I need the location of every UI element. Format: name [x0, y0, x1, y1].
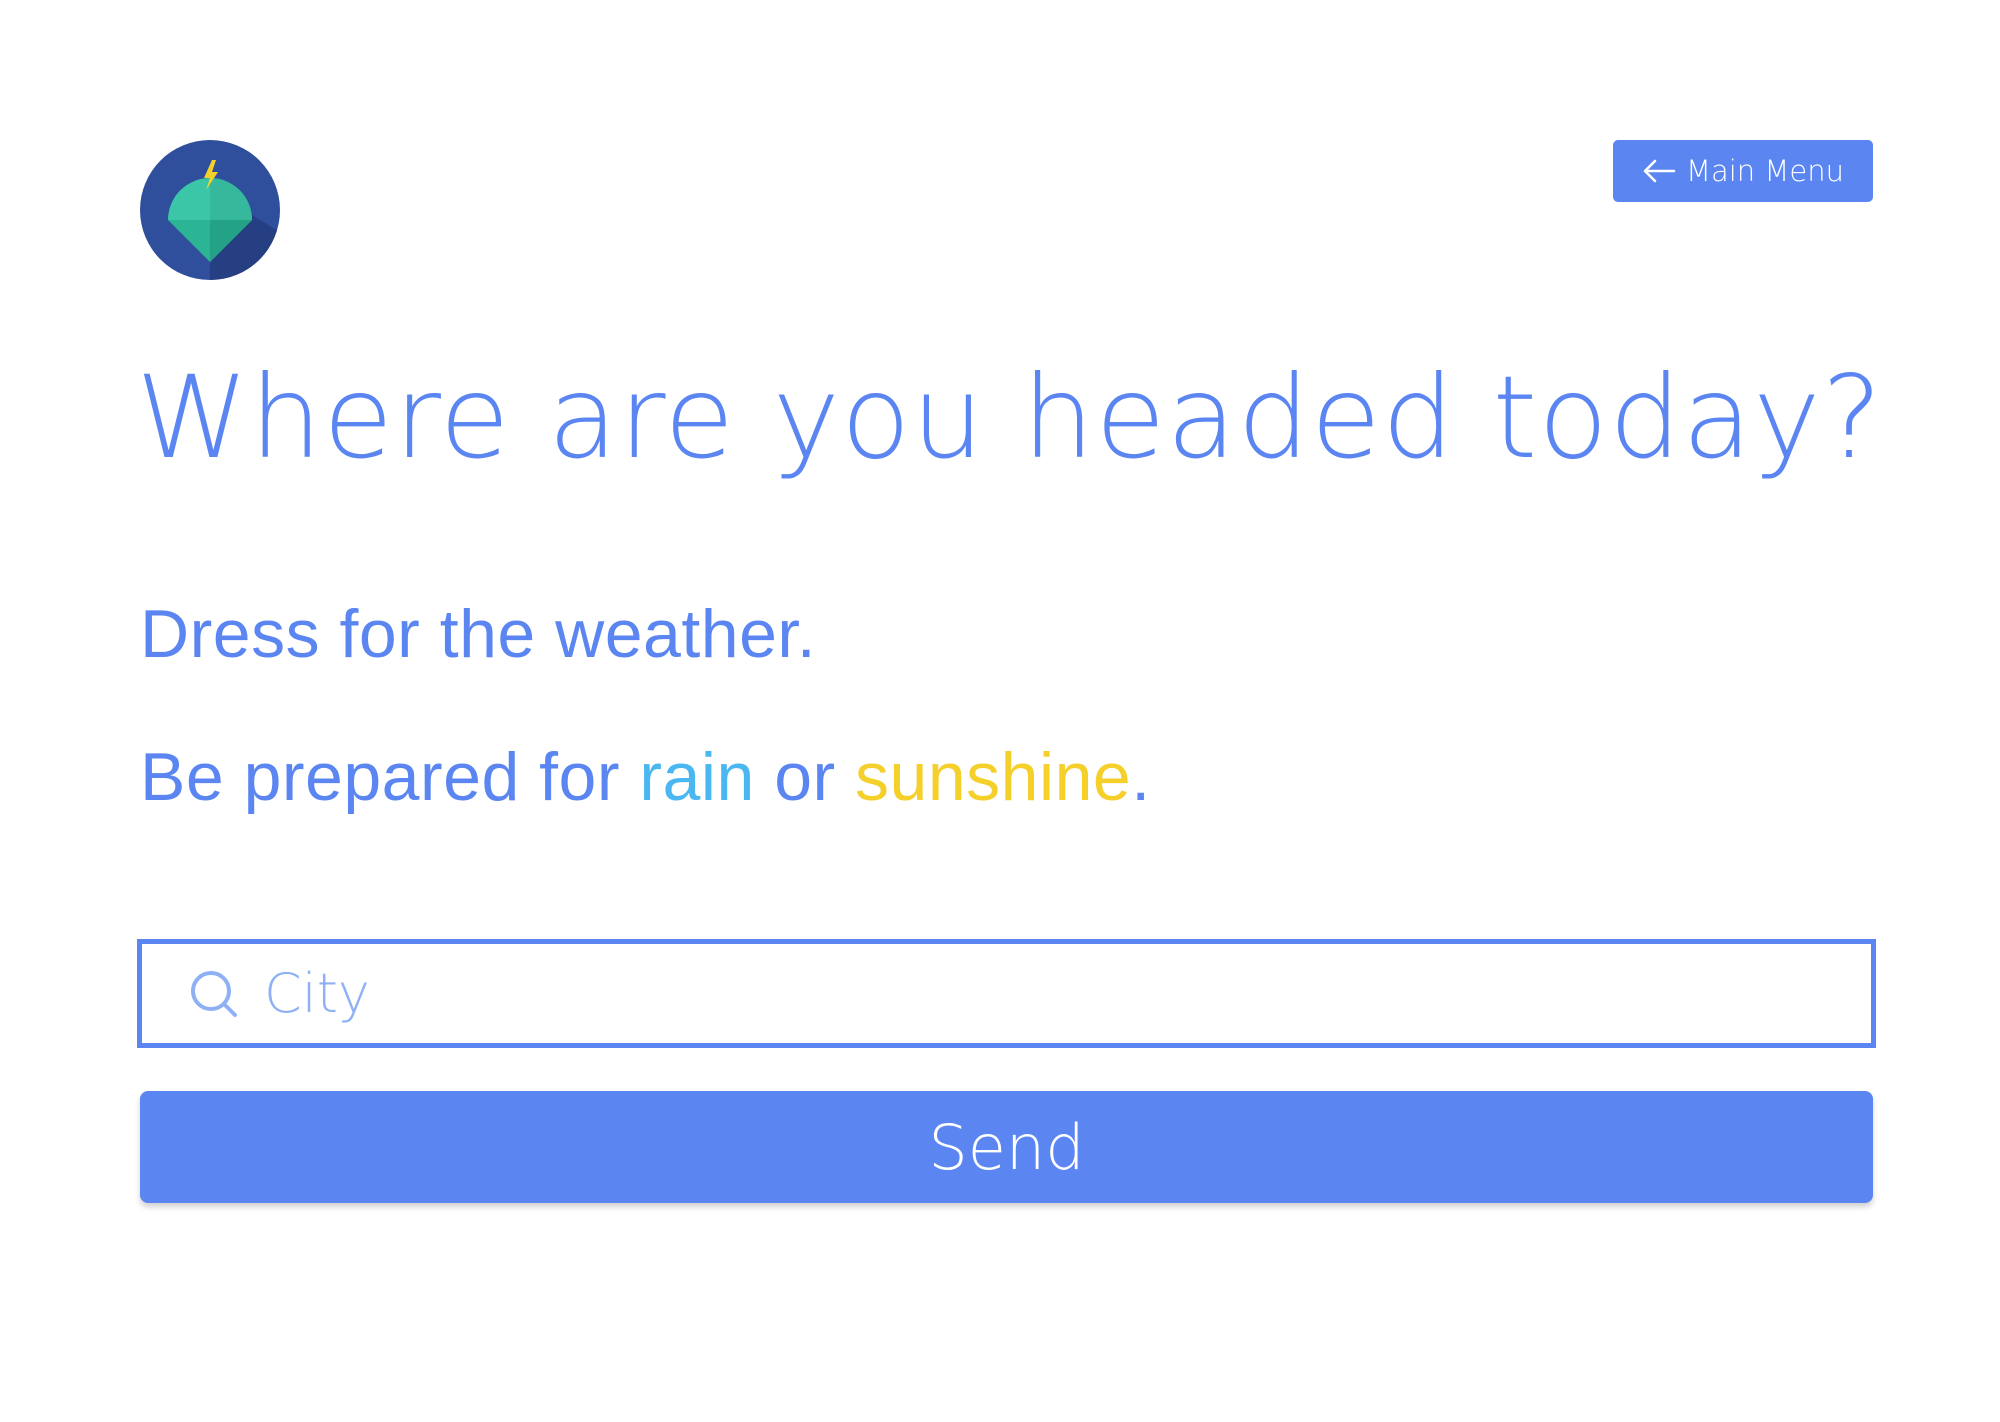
tagline-prefix: Be prepared for [140, 739, 640, 815]
tagline-middle: or [754, 739, 856, 815]
word-sunshine: sunshine [855, 739, 1132, 815]
arrow-left-icon [1642, 159, 1676, 183]
search-icon [188, 968, 240, 1020]
page-title: Where are you headed today? [136, 351, 1884, 484]
word-rain: rain [639, 739, 755, 815]
tagline-suffix: . [1131, 739, 1151, 815]
city-input[interactable] [262, 952, 1871, 1035]
tagline-dress: Dress for the weather. [140, 596, 817, 672]
umbrella-lightning-icon [140, 140, 280, 280]
send-button[interactable]: Send [140, 1091, 1873, 1203]
tagline-prepared: Be prepared for rain or sunshine. [140, 740, 1151, 815]
app-logo [140, 140, 280, 280]
main-menu-button[interactable]: Main Menu [1613, 140, 1873, 202]
city-search-box[interactable] [137, 939, 1876, 1048]
main-menu-label: Main Menu [1685, 154, 1845, 188]
